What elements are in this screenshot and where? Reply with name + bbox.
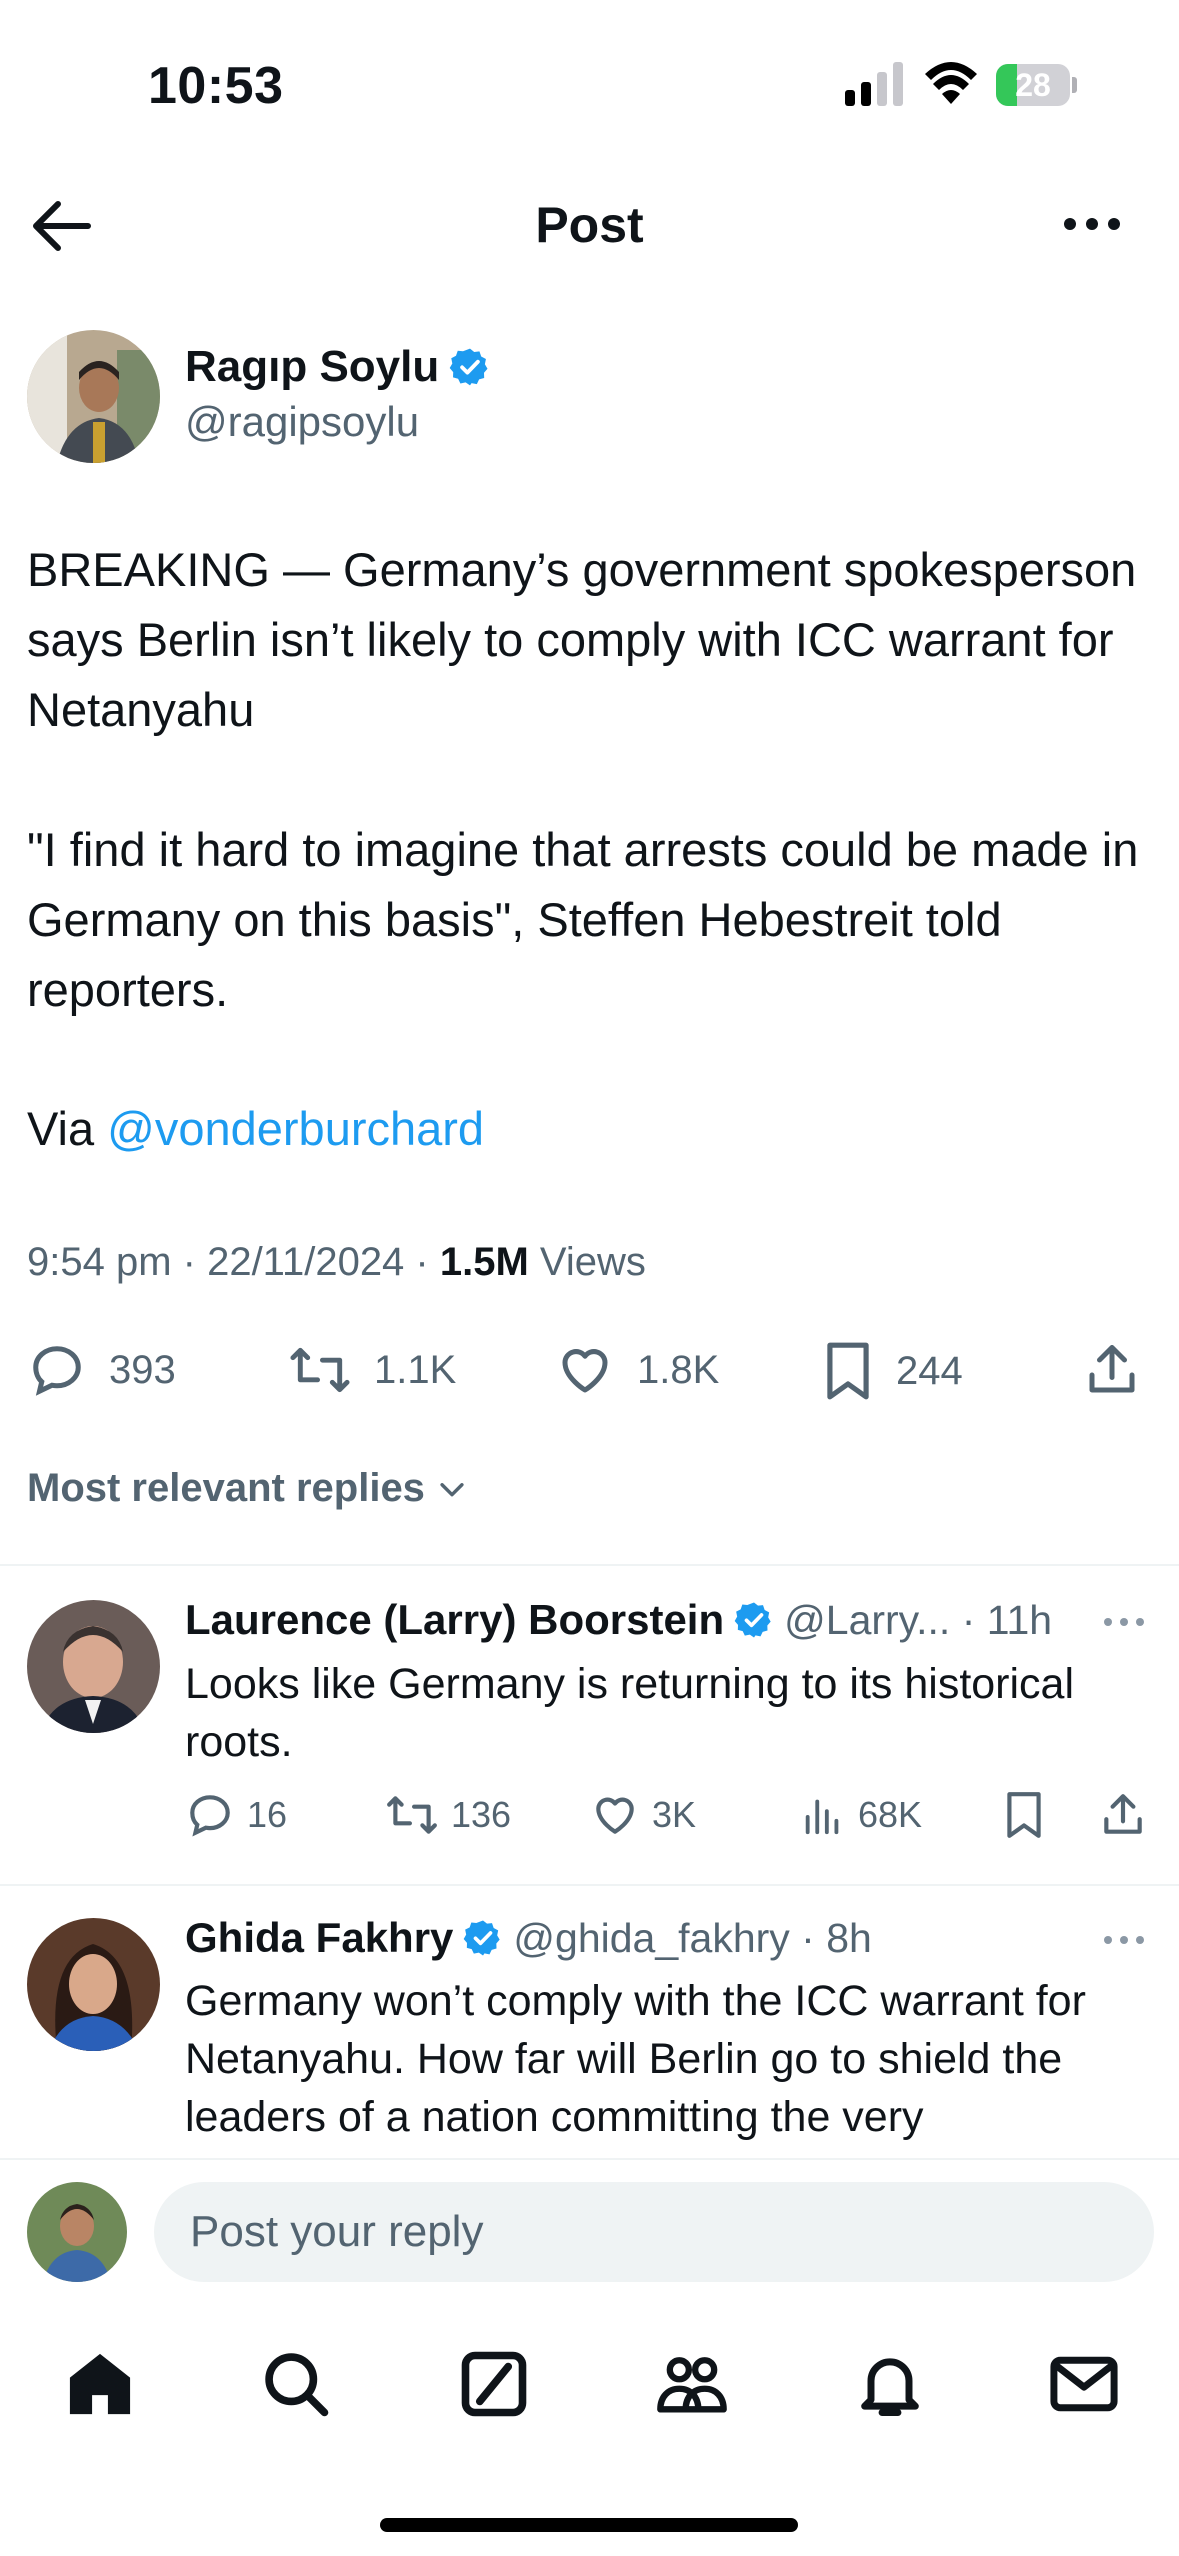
share-icon[interactable] (1098, 1790, 1148, 1840)
via-prefix: Via (27, 1102, 108, 1155)
views-label: Views (528, 1240, 646, 1284)
chevron-down-icon (440, 1482, 464, 1496)
views-chart-icon (805, 1799, 839, 1835)
post-timestamp: 9:54 pm · 22/11/2024 · (27, 1240, 440, 1284)
reply-item[interactable]: Ghida Fakhry @ghida_fakhry · 8h Germany … (0, 1886, 1179, 2158)
reply-repost-action[interactable]: 136 (385, 1790, 511, 1840)
heart-icon (596, 1797, 634, 1834)
cellular-signal-icon (845, 62, 903, 106)
reply-author-name[interactable]: Laurence (Larry) Boorstein (185, 1596, 724, 1644)
more-options-icon[interactable] (1060, 204, 1124, 244)
reply-handle-time: @ghida_fakhry · 8h (513, 1914, 872, 1961)
heart-icon (562, 1349, 608, 1393)
verified-badge-icon (449, 348, 488, 386)
reply-like-action[interactable]: 3K (590, 1790, 696, 1840)
more-options-icon[interactable] (1102, 1612, 1146, 1632)
battery-icon: 28 (996, 64, 1078, 106)
repost-count: 1.1K (374, 1347, 457, 1392)
views-count: 1.5M (439, 1240, 529, 1284)
reply-header: Ghida Fakhry @ghida_fakhry · 8h (185, 1914, 872, 1962)
repost-count: 136 (451, 1794, 512, 1835)
post-text-paragraph-2: "I find it hard to imagine that arrests … (27, 823, 1139, 1016)
reply-action[interactable]: 393 (27, 1340, 176, 1400)
reply-input[interactable] (154, 2182, 1154, 2282)
reply-text: Germany won’t comply with the ICC warran… (185, 1977, 1086, 2141)
search-icon[interactable] (258, 2346, 334, 2422)
reply-header: Laurence (Larry) Boorstein @Larry... · 1… (185, 1596, 1052, 1644)
views-count: 68K (858, 1794, 923, 1835)
reply-avatar[interactable] (27, 1918, 160, 2051)
notifications-icon[interactable] (852, 2346, 928, 2422)
replies-sort-label: Most relevant replies (27, 1466, 425, 1510)
post-text-paragraph-1: BREAKING — Germany’s government spokespe… (27, 543, 1137, 736)
communities-icon[interactable] (654, 2346, 730, 2422)
repost-icon (387, 1796, 437, 1834)
author-handle[interactable]: @ragipsoylu (185, 398, 419, 446)
home-indicator (380, 2518, 798, 2532)
author-name[interactable]: Ragıp Soylu (185, 342, 439, 392)
battery-percent: 28 (1015, 67, 1051, 103)
status-time: 10:53 (148, 57, 284, 115)
reply-author-name[interactable]: Ghida Fakhry (185, 1914, 453, 1962)
page-title: Post (535, 197, 644, 253)
author-avatar[interactable] (27, 330, 160, 463)
reply-count: 16 (247, 1794, 288, 1835)
post-meta: 9:54 pm · 22/11/2024 · 1.5M Views (27, 1240, 646, 1285)
repost-action[interactable]: 1.1K (288, 1340, 456, 1400)
replies-sort-dropdown[interactable]: Most relevant replies (27, 1466, 469, 1511)
reply-views-action[interactable]: 68K (800, 1790, 922, 1840)
bookmark-count: 244 (896, 1348, 963, 1393)
more-options-icon[interactable] (1102, 1930, 1146, 1950)
reply-text: Looks like Germany is returning to its h… (185, 1660, 1075, 1766)
reply-handle-time: @Larry... · 11h (784, 1596, 1053, 1643)
reply-icon (190, 1795, 230, 1837)
mention-link[interactable]: @vonderburchard (107, 1102, 484, 1155)
messages-icon[interactable] (1046, 2346, 1122, 2422)
reply-count: 393 (109, 1347, 176, 1392)
post-via-line: Via @vonderburchard (27, 1094, 1147, 1164)
reply-reply-action[interactable]: 16 (185, 1790, 287, 1840)
my-avatar[interactable] (27, 2182, 127, 2282)
home-icon[interactable] (62, 2346, 138, 2422)
like-count: 1.8K (637, 1347, 720, 1392)
bookmark-icon[interactable] (1002, 1790, 1046, 1840)
reply-icon (33, 1346, 81, 1396)
reply-avatar[interactable] (27, 1600, 160, 1733)
verified-badge-icon (464, 1920, 501, 1956)
bookmark-icon (827, 1342, 869, 1400)
share-icon[interactable] (1082, 1340, 1142, 1400)
bookmark-action[interactable]: 244 (822, 1340, 963, 1402)
like-count: 3K (652, 1794, 697, 1835)
verified-badge-icon (734, 1602, 771, 1638)
divider (0, 2158, 1179, 2160)
grok-icon[interactable] (456, 2346, 532, 2422)
repost-icon (290, 1347, 350, 1393)
wifi-icon (925, 62, 977, 104)
like-action[interactable]: 1.8K (555, 1340, 719, 1400)
